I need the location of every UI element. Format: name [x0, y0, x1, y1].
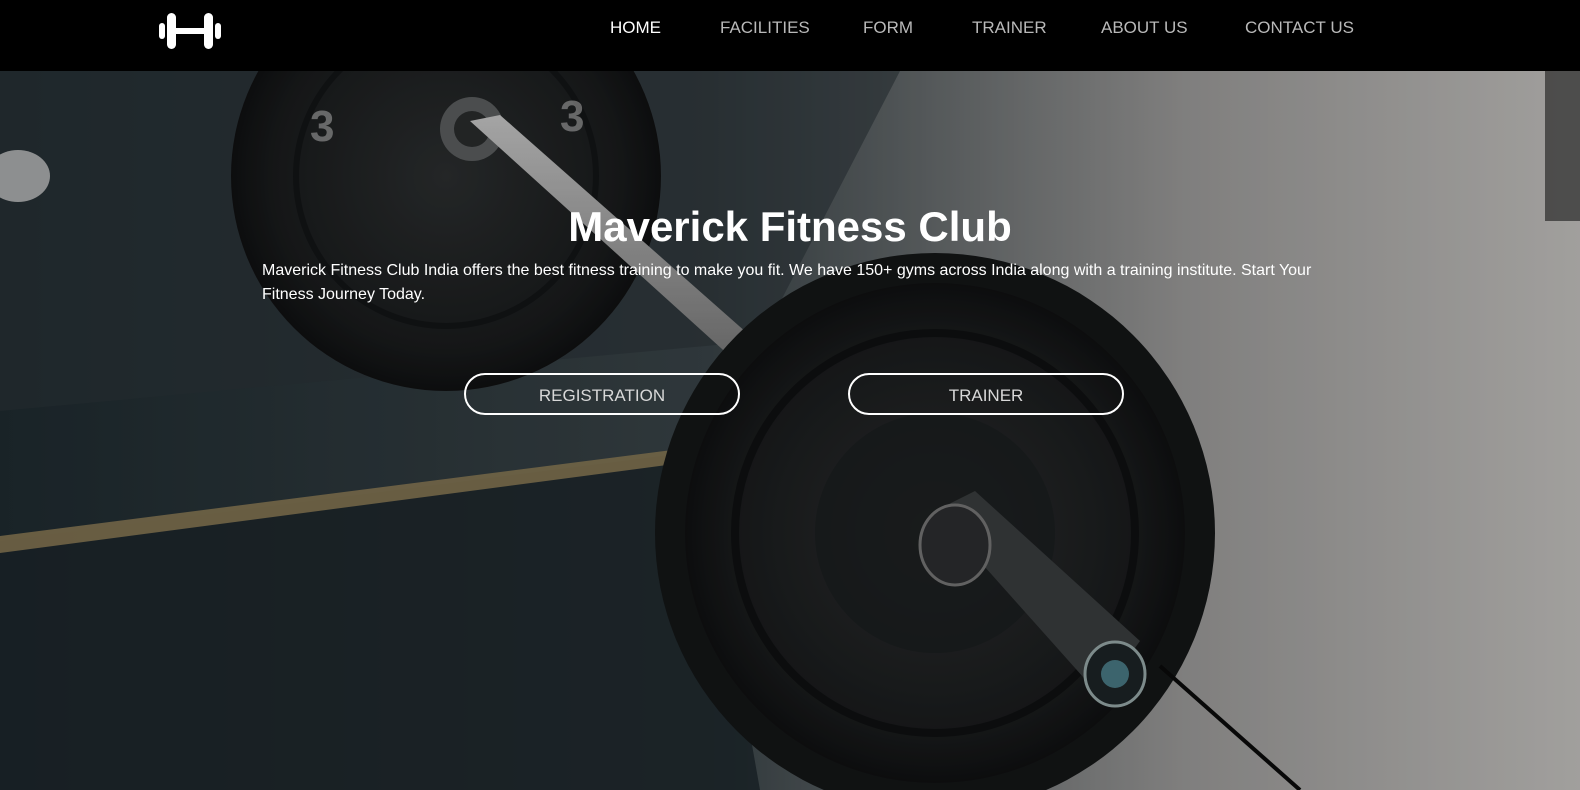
page: HOME FACILITIES FORM TRAINER ABOUT US CO… — [0, 0, 1580, 790]
hero-title: Maverick Fitness Club — [568, 203, 1012, 250]
nav-item-contact-us[interactable]: CONTACT US — [1245, 18, 1354, 38]
nav-item-form[interactable]: FORM — [863, 18, 913, 38]
nav-item-trainer[interactable]: TRAINER — [972, 18, 1047, 38]
nav-item-home[interactable]: HOME — [610, 18, 661, 38]
dumbbell-logo-icon[interactable] — [158, 9, 222, 53]
hero-overlay — [0, 71, 1580, 790]
nav-item-about-us[interactable]: ABOUT US — [1101, 18, 1188, 38]
hero-section: 3 3 Maverick Fitness Club Maverick Fitne… — [0, 71, 1580, 790]
nav-item-facilities[interactable]: FACILITIES — [720, 18, 810, 38]
registration-button[interactable]: REGISTRATION — [464, 373, 740, 415]
navbar: HOME FACILITIES FORM TRAINER ABOUT US CO… — [0, 0, 1580, 71]
hero-description: Maverick Fitness Club India offers the b… — [262, 262, 1312, 303]
trainer-button[interactable]: TRAINER — [848, 373, 1124, 415]
